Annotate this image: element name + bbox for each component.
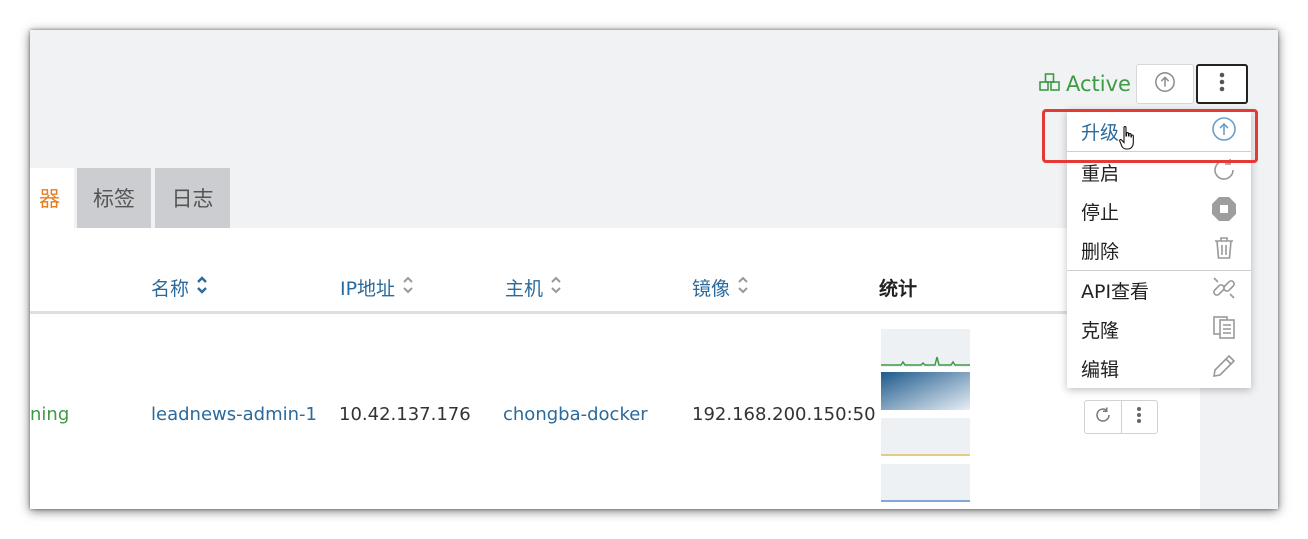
memory-sparkline	[881, 372, 970, 410]
container-name-link[interactable]: leadnews-admin-1	[151, 404, 317, 425]
sort-icon	[736, 275, 750, 300]
row-actions	[1084, 400, 1158, 434]
container-image: 192.168.200.150:50	[692, 404, 876, 425]
tab-label: 器	[39, 187, 60, 211]
container-state: ning	[30, 404, 70, 425]
vertical-dots-icon	[1136, 406, 1142, 428]
status-label: Active	[1066, 72, 1131, 96]
menu-item-label: 删除	[1081, 240, 1120, 263]
tab-labels[interactable]: 标签	[77, 168, 151, 228]
restart-icon	[1094, 406, 1112, 428]
column-header-image[interactable]: 镜像	[692, 274, 750, 301]
sort-icon	[549, 275, 563, 300]
menu-item-delete[interactable]: 删除	[1067, 231, 1251, 269]
column-header-stats: 统计	[879, 274, 917, 301]
arrow-up-circle-icon	[1154, 71, 1176, 97]
cpu-sparkline	[881, 329, 970, 367]
tab-label: 标签	[93, 187, 135, 211]
link-icon	[1211, 275, 1237, 306]
stack-status: Active	[1038, 70, 1131, 98]
menu-item-label: 编辑	[1081, 358, 1120, 381]
restart-button[interactable]	[1085, 401, 1121, 433]
menu-item-label: 克隆	[1081, 319, 1120, 342]
tab-label: 日志	[171, 187, 214, 211]
row-more-button[interactable]	[1120, 401, 1158, 433]
upgrade-button[interactable]	[1136, 64, 1194, 104]
tab-containers[interactable]: 器	[30, 168, 74, 228]
column-header-name[interactable]: 名称	[151, 274, 209, 301]
stop-icon	[1211, 196, 1237, 227]
network-sparkline	[881, 418, 970, 456]
container-host-link[interactable]: chongba-docker	[503, 404, 648, 425]
containers-table: 名称 IP地址 主机 镜像 统计 ning leadnews-admin-1 1…	[30, 228, 1200, 509]
more-actions-button[interactable]	[1196, 64, 1248, 104]
menu-item-api-view[interactable]: API查看	[1067, 271, 1251, 309]
trash-icon	[1211, 235, 1237, 266]
sort-icon	[195, 275, 209, 300]
menu-item-label: API查看	[1081, 280, 1150, 303]
table-header: 名称 IP地址 主机 镜像 统计	[30, 228, 1200, 314]
column-label: 主机	[505, 278, 544, 300]
hand-cursor-icon	[1119, 126, 1134, 150]
app-window: Active 器 标签 日志 名称 IP地址 主机 镜像 统计 ning lea…	[30, 30, 1278, 509]
column-label: 镜像	[692, 278, 731, 300]
copy-icon	[1211, 314, 1237, 345]
column-label: 统计	[879, 278, 918, 300]
column-label: 名称	[151, 278, 190, 300]
sort-icon	[401, 275, 415, 300]
menu-item-label: 停止	[1081, 201, 1120, 224]
cubes-icon	[1038, 70, 1062, 99]
container-ip: 10.42.137.176	[339, 404, 471, 425]
highlight-box	[1042, 109, 1258, 163]
column-header-host[interactable]: 主机	[505, 274, 563, 301]
column-header-ip[interactable]: IP地址	[340, 274, 415, 301]
disk-sparkline	[881, 464, 970, 502]
pencil-icon	[1211, 353, 1237, 384]
menu-item-clone[interactable]: 克隆	[1067, 310, 1251, 348]
menu-item-stop[interactable]: 停止	[1067, 192, 1251, 230]
tab-logs[interactable]: 日志	[155, 168, 230, 228]
menu-item-edit[interactable]: 编辑	[1067, 349, 1251, 387]
vertical-dots-icon	[1218, 71, 1226, 97]
column-label: IP地址	[340, 278, 396, 300]
